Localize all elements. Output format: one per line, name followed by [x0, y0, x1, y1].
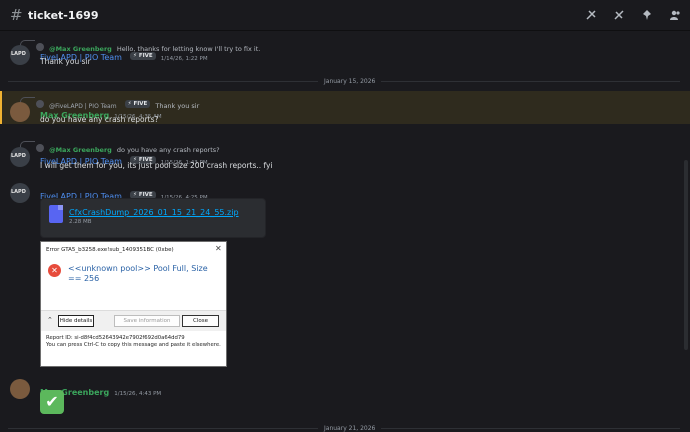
date-divider-label: January 15, 2026	[318, 78, 382, 85]
pin-icon[interactable]	[638, 6, 656, 24]
avatar[interactable]	[10, 45, 30, 65]
message-text: Thank you sir	[40, 57, 91, 66]
threads-icon[interactable]	[582, 6, 600, 24]
error-dialog-image[interactable]: Error GTA5_b3258.exe!sub_1409351BC (0xbe…	[40, 241, 227, 367]
dialog-title: Error GTA5_b3258.exe!sub_1409351BC (0xbe…	[46, 247, 174, 253]
message-3: @Max Greenberg do you have any crash rep…	[0, 137, 680, 177]
report-id: Report ID: si-d8f4cd52643942e7902f692d0a…	[46, 335, 185, 341]
date-divider-label: January 21, 2026	[318, 425, 382, 432]
message-4: FiveLAPD | PIO Team ⚡ FIVE 1/15/26, 4:25…	[0, 180, 680, 203]
copy-hint: You can press Ctrl-C to copy this messag…	[46, 342, 221, 348]
file-size: 2.28 MB	[69, 219, 92, 225]
message-5: Max Greenberg 1/15/26, 4:43 PM	[0, 376, 680, 399]
avatar[interactable]	[10, 379, 30, 399]
timestamp: 1/15/26, 4:43 PM	[114, 391, 162, 397]
channel-header: # ticket-1699	[0, 0, 690, 31]
message-text: do you have any crash reports?	[40, 115, 159, 124]
hash-icon: #	[10, 6, 23, 24]
avatar[interactable]	[10, 183, 30, 203]
chevron-up-icon: ⌃	[47, 316, 53, 324]
close-button: Close	[182, 315, 219, 327]
error-icon: ✕	[48, 264, 61, 277]
message-text: I will get them for you, its just pool s…	[40, 161, 273, 170]
file-name[interactable]: CfxCrashDump_2026_01_15_21_24_55.zip	[69, 208, 239, 217]
hide-details-button: Hide details	[58, 315, 94, 327]
file-attachment[interactable]: CfxCrashDump_2026_01_15_21_24_55.zip 2.2…	[40, 198, 266, 238]
dialog-footer: ⌃ Hide details Save information Close	[41, 310, 226, 331]
timestamp: 1/14/26, 1:22 PM	[160, 56, 208, 62]
save-information-button: Save information	[114, 315, 180, 327]
scrollbar[interactable]	[684, 160, 688, 350]
notification-bell-icon[interactable]	[610, 6, 628, 24]
zip-file-icon	[49, 205, 63, 223]
report-details: Report ID: si-d8f4cd52643942e7902f692d0a…	[46, 335, 224, 349]
avatar[interactable]	[10, 102, 30, 122]
channel-name: ticket-1699	[28, 8, 99, 22]
reply-text: Thank you sir	[155, 102, 200, 110]
close-icon: ✕	[215, 244, 222, 253]
dialog-message: <<unknown pool>> Pool Full, Size == 256	[68, 264, 208, 283]
member-list-icon[interactable]	[666, 6, 684, 24]
message-1: @Max Greenberg Hello, thanks for letting…	[0, 36, 680, 76]
server-tag: ⚡ FIVE	[130, 51, 156, 60]
check-mark-emoji: ✔	[40, 390, 64, 414]
avatar[interactable]	[10, 147, 30, 167]
message-2: @FiveLAPD | PIO Team ⚡ FIVE Thank you si…	[0, 91, 680, 124]
